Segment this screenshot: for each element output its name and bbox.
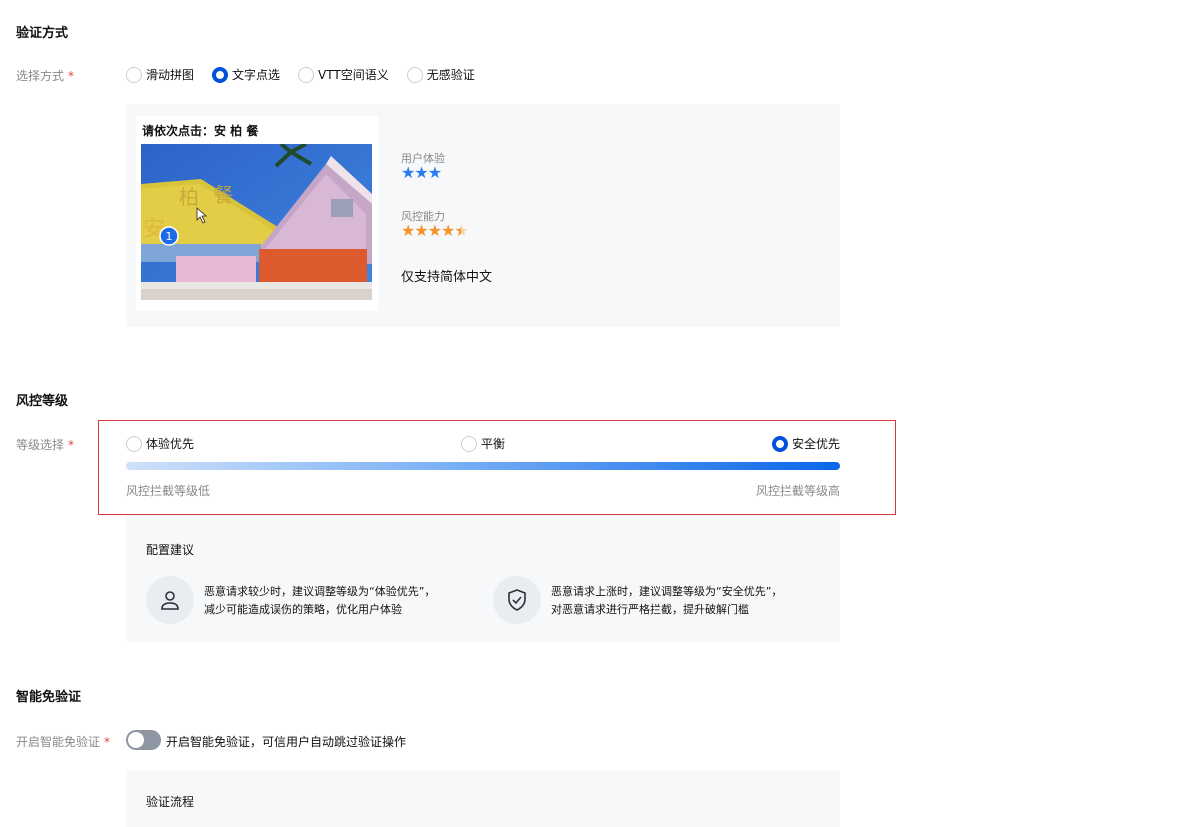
advice-line: 对恶意请求进行严格拦截，提升破解门槛	[551, 603, 749, 616]
risk-high-caption: 风控拦截等级高	[755, 484, 840, 498]
verify-flow-title: 验证流程	[146, 795, 195, 809]
advice-text-1: 恶意请求较少时，建议调整等级为“体验优先”， 减少可能造成误伤的策略，优化用户体…	[204, 583, 435, 619]
advice-line: 恶意请求较少时，建议调整等级为“体验优先”，	[204, 585, 436, 598]
advice-title: 配置建议	[146, 543, 195, 557]
required-mark: *	[68, 438, 75, 452]
risk-level-gradient-bar	[126, 462, 840, 470]
radio-vtt-semantic[interactable]: VTT空间语义	[298, 66, 389, 83]
verify-method-label-text: 选择方式	[16, 69, 65, 83]
advice-panel	[126, 515, 840, 642]
required-mark: *	[68, 69, 75, 83]
radio-circle-selected	[212, 66, 229, 83]
radio-circle-selected	[772, 435, 788, 452]
smart-toggle-description: 开启智能免验证，可信用户自动跳过验证操作	[166, 735, 407, 749]
radio-circle	[126, 435, 142, 452]
radio-balanced[interactable]: 平衡	[461, 435, 505, 452]
toggle-knob	[128, 732, 144, 748]
radio-label: 平衡	[481, 437, 506, 451]
smart-section-title: 智能免验证	[16, 690, 82, 705]
radio-label: VTT空间语义	[318, 68, 389, 82]
risk-star-half: ★	[454, 221, 468, 240]
captcha-house-illustration: 柏 餐 安 1	[141, 144, 372, 300]
click-order-number: 1	[166, 230, 173, 243]
radio-label: 安全优先	[792, 437, 841, 451]
radio-label: 文字点选	[232, 68, 281, 82]
language-note: 仅支持简体中文	[401, 270, 493, 285]
radio-security-first[interactable]: 安全优先	[772, 435, 840, 452]
smart-verify-toggle[interactable]	[126, 730, 161, 750]
radio-experience-first[interactable]: 体验优先	[126, 435, 194, 452]
verify-method-label: 选择方式 *	[16, 67, 74, 84]
advice-line: 恶意请求上涨时，建议调整等级为“安全优先”，	[551, 585, 783, 598]
captcha-image[interactable]: 柏 餐 安 1	[141, 144, 372, 300]
user-icon	[146, 576, 194, 624]
captcha-prompt: 请依次点击：安 柏 餐	[142, 124, 259, 138]
radio-invisible[interactable]: 无感验证	[406, 66, 475, 83]
verify-flow-panel	[126, 770, 840, 827]
risk-level-label-text: 等级选择	[16, 438, 65, 452]
radio-circle	[461, 435, 477, 452]
radio-label: 无感验证	[426, 68, 475, 82]
radio-circle	[126, 66, 142, 83]
risk-stars-icon: ★★★★★	[401, 221, 469, 240]
risk-low-caption: 风控拦截等级低	[126, 484, 211, 498]
verify-method-radio-group: 滑动拼图 文字点选 VTT空间语义 无感验证	[126, 66, 493, 83]
shield-check-icon	[493, 576, 541, 624]
radio-circle	[406, 66, 423, 83]
radio-slide-puzzle[interactable]: 滑动拼图	[126, 66, 194, 83]
overlay-char-1: 柏	[179, 185, 199, 209]
overlay-char-2: 餐	[213, 183, 233, 207]
radio-label: 体验优先	[146, 437, 195, 451]
advice-text-2: 恶意请求上涨时，建议调整等级为“安全优先”， 对恶意请求进行严格拦截，提升破解门…	[551, 583, 782, 619]
smart-toggle-label: 开启智能免验证 *	[16, 733, 110, 750]
risk-level-label: 等级选择 *	[16, 436, 74, 453]
verify-section-title: 验证方式	[16, 26, 69, 41]
risk-stars-full: ★★★★	[401, 221, 455, 240]
risk-level-selector: 体验优先 平衡 安全优先 风控拦截等级低 风控拦截等级高	[98, 420, 896, 515]
smart-toggle-label-text: 开启智能免验证	[16, 735, 101, 749]
radio-label: 滑动拼图	[146, 68, 195, 82]
advice-line: 减少可能造成误伤的策略，优化用户体验	[204, 603, 402, 616]
captcha-preview-card: 请依次点击：安 柏 餐 柏 餐 安 1	[136, 116, 378, 311]
radio-text-click[interactable]: 文字点选	[212, 66, 280, 83]
required-mark: *	[104, 735, 111, 749]
radio-circle	[298, 66, 315, 83]
risk-section-title: 风控等级	[16, 394, 69, 409]
ux-stars-icon: ★★★	[401, 163, 442, 182]
